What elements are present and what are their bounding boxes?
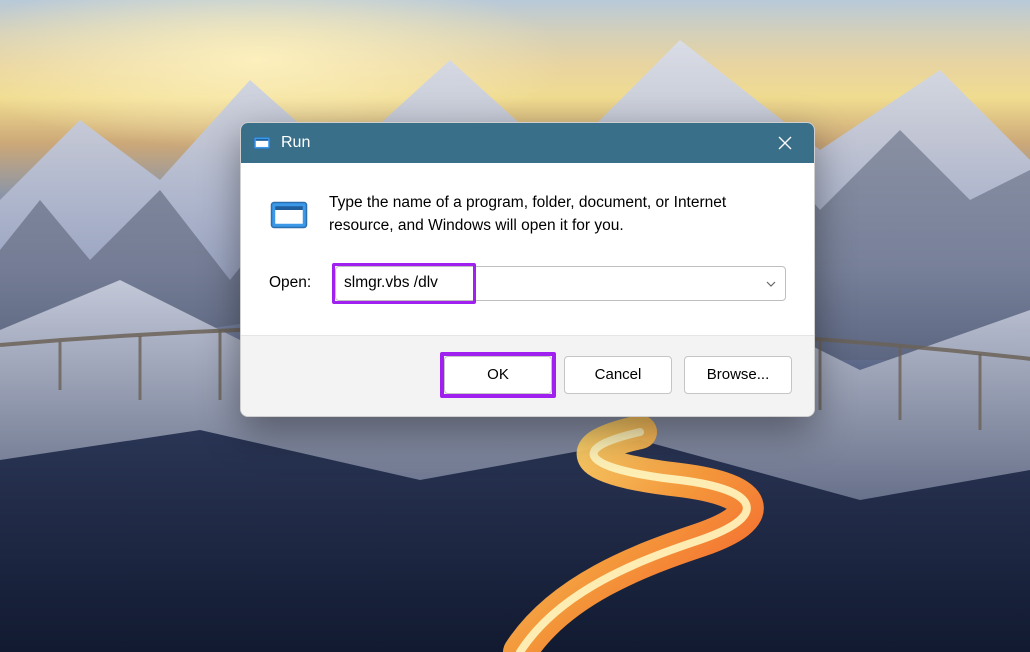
dialog-body: Type the name of a program, folder, docu… bbox=[241, 163, 814, 335]
dialog-title: Run bbox=[281, 134, 762, 152]
run-dialog: Run Type the name of a program, folder, … bbox=[240, 122, 815, 417]
run-icon bbox=[253, 134, 271, 152]
browse-button-label: Browse... bbox=[707, 366, 770, 383]
ok-button-label: OK bbox=[487, 366, 509, 383]
browse-button[interactable]: Browse... bbox=[684, 356, 792, 394]
ok-button[interactable]: OK bbox=[444, 356, 552, 394]
open-label: Open: bbox=[269, 274, 315, 292]
open-input[interactable] bbox=[335, 266, 786, 301]
close-button[interactable] bbox=[762, 123, 808, 163]
cancel-button-label: Cancel bbox=[595, 366, 642, 383]
button-bar: OK Cancel Browse... bbox=[241, 335, 814, 416]
run-icon-large bbox=[269, 195, 309, 235]
cancel-button[interactable]: Cancel bbox=[564, 356, 672, 394]
titlebar[interactable]: Run bbox=[241, 123, 814, 163]
open-combobox[interactable] bbox=[335, 266, 786, 301]
close-icon bbox=[778, 136, 792, 150]
instruction-text: Type the name of a program, folder, docu… bbox=[329, 191, 786, 238]
